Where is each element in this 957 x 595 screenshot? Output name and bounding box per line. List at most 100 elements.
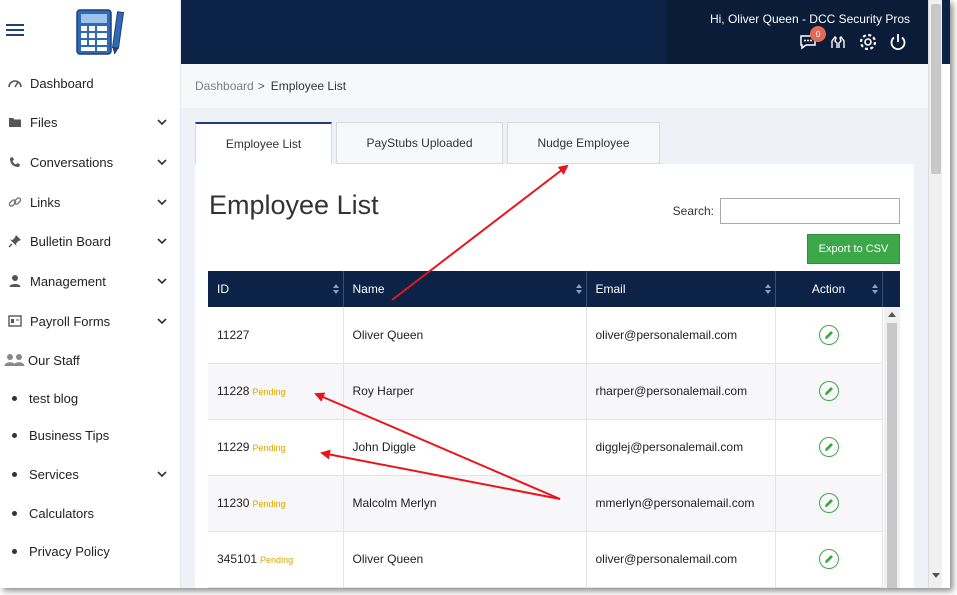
column-header-action[interactable]: Action [775, 271, 883, 307]
sidebar-item-label: Links [30, 194, 61, 210]
bullet-icon [12, 471, 17, 477]
edit-pencil-icon[interactable] [818, 437, 839, 457]
cell-action [775, 363, 883, 420]
edit-pencil-icon[interactable] [818, 324, 839, 345]
cell-id: 11228 Pending [208, 363, 344, 420]
sort-icon [764, 284, 771, 294]
sidebar-item-services[interactable]: Services [0, 462, 181, 486]
form-icon [6, 312, 24, 330]
cell-action [775, 419, 883, 476]
column-header-spacer [882, 271, 900, 307]
top-header: Hi, Oliver Queen - DCC Security Pros 0 [181, 0, 950, 64]
sidebar-item-our-staff[interactable]: Our Staff [0, 348, 181, 372]
sidebar-item-calculators[interactable]: Calculators [0, 501, 181, 525]
sidebar-item-test-blog[interactable]: test blog [0, 386, 181, 410]
page-title: Employee List [209, 190, 379, 220]
scroll-down-arrow-icon[interactable] [932, 573, 940, 578]
app-window: Dashboard Files Conversations Links Bull… [0, 0, 950, 588]
chevron-down-icon [155, 115, 169, 129]
cell-email: mmerlyn@personalemail.com [586, 475, 776, 532]
cell-id: 11227 [208, 307, 344, 364]
bullet-icon [12, 510, 17, 516]
column-header-label: Action [811, 282, 846, 296]
search-input[interactable] [720, 198, 900, 224]
edit-pencil-icon[interactable] [818, 549, 839, 569]
sidebar-item-privacy-policy[interactable]: Privacy Policy [0, 539, 181, 563]
scroll-up-arrow-icon[interactable] [888, 312, 896, 317]
chevron-down-icon [155, 155, 169, 169]
sidebar-item-label: Files [30, 114, 58, 130]
search-label: Search: [672, 204, 714, 218]
breadcrumb-dashboard-link[interactable]: Dashboard [195, 79, 254, 93]
column-header-label: Email [595, 282, 626, 296]
column-header-name[interactable]: Name [343, 271, 587, 307]
column-header-email[interactable]: Email [586, 271, 776, 307]
cell-name: Oliver Queen [343, 531, 587, 588]
header-icons: 0 [798, 26, 908, 52]
sidebar-item-links[interactable]: Links [0, 190, 181, 214]
gauge-icon [6, 74, 24, 92]
breadcrumb: Dashboard > Employee List [181, 64, 928, 108]
sidebar-item-label: Bulletin Board [30, 233, 111, 249]
sidebar-item-label: Services [29, 466, 79, 482]
chevron-down-icon [155, 234, 169, 248]
sidebar-item-bulletin-board[interactable]: Bulletin Board [0, 229, 181, 253]
employee-table: ID Name Email Action 11227 Oliver Queen … [208, 271, 900, 588]
bullet-icon [12, 432, 17, 438]
cell-email: oliver@personalemail.com [586, 307, 776, 364]
menu-toggle-icon[interactable] [6, 24, 24, 36]
sidebar-item-payroll-forms[interactable]: Payroll Forms [0, 309, 181, 333]
power-icon[interactable] [888, 32, 908, 52]
tab-employee-list[interactable]: Employee List [195, 122, 332, 164]
table-row: 11227 Oliver Queen oliver@personalemail.… [208, 307, 900, 364]
gear-icon[interactable] [858, 32, 878, 52]
status-badge: Pending [260, 555, 294, 565]
table-row: 11229 Pending John Diggle digglej@persona… [208, 419, 900, 476]
user-greeting: Hi, Oliver Queen - DCC Security Pros [709, 12, 910, 26]
edit-pencil-icon[interactable] [818, 381, 839, 401]
page-scrollbar-thumb[interactable] [931, 4, 941, 174]
chat-icon[interactable]: 0 [798, 26, 826, 52]
cell-email: rharper@personalemail.com [586, 363, 776, 420]
bullet-icon [12, 395, 17, 401]
main-content: Dashboard > Employee List Employee List … [181, 64, 928, 588]
status-badge: Pending [252, 499, 286, 509]
sort-icon [575, 284, 582, 294]
sidebar-item-management[interactable]: Management [0, 269, 181, 293]
hands-icon[interactable] [828, 32, 848, 52]
employee-id: 11229 [217, 440, 250, 454]
sidebar-item-business-tips[interactable]: Business Tips [0, 423, 181, 447]
cell-name: Malcolm Merlyn [343, 475, 587, 532]
cell-action [775, 307, 883, 364]
sidebar-item-dashboard[interactable]: Dashboard [0, 71, 181, 95]
sidebar-item-conversations[interactable]: Conversations [0, 150, 181, 174]
column-header-label: ID [217, 282, 229, 296]
page-scrollbar[interactable] [928, 0, 942, 588]
employee-id: 11227 [217, 327, 250, 342]
bullet-icon [12, 548, 17, 554]
cell-email: digglej@personalemail.com [586, 419, 776, 476]
table-row: 11228 Pending Roy Harper rharper@personal… [208, 363, 900, 420]
phone-icon [6, 153, 24, 171]
app-logo [76, 9, 125, 55]
edit-pencil-icon[interactable] [818, 493, 839, 513]
table-scrollbar-thumb[interactable] [887, 323, 897, 588]
tab-paystubs-uploaded[interactable]: PayStubs Uploaded [336, 122, 503, 164]
cell-id: 11230 Pending [208, 475, 344, 532]
table-row: 345101 Pending Oliver Queen oliver@person… [208, 531, 900, 588]
export-csv-button[interactable]: Export to CSV [807, 234, 900, 264]
sidebar-item-label: Management [30, 273, 106, 289]
table-scrollbar[interactable] [884, 307, 900, 588]
cell-action [775, 531, 883, 588]
employee-id: 11230 [217, 496, 250, 510]
chevron-down-icon [155, 195, 169, 209]
cell-name: Roy Harper [343, 363, 587, 420]
sidebar-item-files[interactable]: Files [0, 110, 181, 134]
sidebar-item-label: Payroll Forms [30, 313, 111, 329]
cell-name: Oliver Queen [343, 307, 587, 364]
tab-nudge-employee[interactable]: Nudge Employee [507, 122, 660, 164]
search-box: Search: [673, 198, 900, 224]
sort-icon [332, 284, 339, 294]
column-header-id[interactable]: ID [208, 271, 344, 307]
sort-icon [871, 284, 878, 294]
